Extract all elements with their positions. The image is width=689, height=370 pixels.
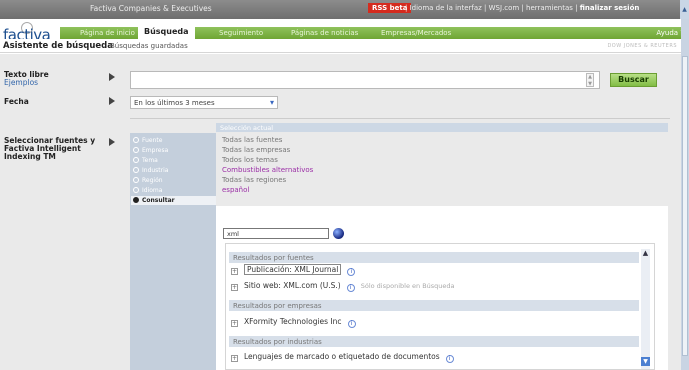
page-scrollbar[interactable]	[681, 19, 689, 370]
date-label: Fecha	[4, 97, 29, 106]
lookup-input[interactable]: xml	[223, 228, 329, 239]
globe-icon[interactable]	[333, 228, 344, 239]
arrow-right-icon[interactable]	[109, 97, 115, 105]
tab-home[interactable]: Página de inicio	[80, 29, 135, 37]
category-label: Región	[142, 177, 163, 184]
radio-icon	[133, 177, 139, 183]
category-lookup[interactable]: Consultar	[131, 196, 216, 205]
product-name: Factiva Companies & Executives	[90, 4, 212, 13]
results-group-title: Resultados por industrias	[229, 336, 639, 347]
result-item[interactable]: + Sitio web: XML.com (U.S.) i Sólo disponib…	[231, 281, 455, 292]
info-icon[interactable]: i	[347, 268, 356, 276]
tab-news-pages[interactable]: Páginas de noticias	[291, 29, 358, 37]
category-label: Tema	[142, 157, 158, 164]
result-item[interactable]: + Lenguajes de marcado o etiquetado de do…	[231, 352, 454, 363]
free-text-label: Texto libre Ejemplos	[4, 71, 49, 87]
radio-icon	[133, 137, 139, 143]
category-source[interactable]: Fuente	[133, 136, 215, 145]
page-title[interactable]: Asistente de búsqueda	[3, 41, 113, 51]
category-label: Empresa	[142, 147, 169, 154]
dow-jones-reuters-logo: DOW JONES & REUTERS	[607, 43, 677, 49]
saved-searches-link[interactable]: Búsquedas guardadas	[110, 42, 188, 50]
chevron-down-icon[interactable]: ▾	[270, 98, 274, 107]
main-nav: Página de inicio Búsqueda Seguimiento Pá…	[60, 25, 689, 39]
arrow-right-icon[interactable]	[109, 138, 115, 146]
plus-icon[interactable]: +	[231, 355, 238, 362]
category-company[interactable]: Empresa	[133, 146, 215, 155]
radio-selected-icon	[133, 197, 139, 203]
category-language[interactable]: Idioma	[133, 186, 215, 195]
selection-value[interactable]: Combustibles alternativos	[222, 166, 313, 174]
plus-icon[interactable]: +	[231, 320, 238, 327]
result-item[interactable]: + XFormity Technologies Inc i	[231, 317, 356, 328]
results-scrollbar[interactable]: ▲ ▼	[641, 249, 650, 369]
divider	[130, 118, 670, 119]
result-label[interactable]: Publicación: XML Journal	[244, 264, 342, 275]
category-label: Consultar	[142, 197, 175, 204]
tab-companies-markets[interactable]: Empresas/Mercados	[381, 29, 451, 37]
free-text-input[interactable]	[130, 71, 600, 89]
result-label[interactable]: XFormity Technologies Inc	[244, 317, 342, 326]
info-icon[interactable]: i	[347, 320, 356, 328]
current-selection-title: Selección actual	[216, 123, 668, 132]
result-label[interactable]: Sitio web: XML.com (U.S.)	[244, 281, 341, 290]
plus-icon[interactable]: +	[231, 284, 238, 291]
logout-link[interactable]: finalizar sesión	[580, 4, 640, 12]
result-label[interactable]: Lenguajes de marcado o etiquetado de doc…	[244, 352, 440, 361]
results-group-title: Resultados por empresas	[229, 300, 639, 311]
search-button[interactable]: Buscar	[610, 73, 657, 87]
plus-icon[interactable]: +	[231, 268, 238, 275]
info-icon[interactable]: i	[346, 284, 355, 292]
scroll-up-icon[interactable]: ▲	[680, 0, 689, 19]
radio-icon	[133, 187, 139, 193]
category-subject[interactable]: Tema	[133, 156, 215, 165]
category-label: Industria	[142, 167, 169, 174]
top-links[interactable]: | Idioma de la interfaz | WSJ.com | herr…	[405, 4, 639, 12]
scroll-down-icon[interactable]: ▼	[641, 357, 650, 366]
category-industry[interactable]: Industria	[133, 166, 215, 175]
result-item[interactable]: + Publicación: XML Journal i	[231, 264, 356, 276]
help-link[interactable]: Ayuda ?	[656, 29, 684, 37]
date-select[interactable]: En los últimos 3 meses ▾	[130, 96, 278, 109]
examples-link[interactable]: Ejemplos	[4, 79, 49, 87]
selection-value: Todos los temas	[222, 156, 278, 164]
top-links-text[interactable]: | Idioma de la interfaz | WSJ.com | herr…	[405, 4, 580, 12]
category-label: Idioma	[142, 187, 163, 194]
selection-value: Todas las fuentes	[222, 136, 283, 144]
selection-value: Todas las regiones	[222, 176, 287, 184]
radio-icon	[133, 167, 139, 173]
tab-search[interactable]: Búsqueda	[138, 25, 195, 39]
top-bar: Factiva Companies & Executives RSS beta …	[0, 0, 689, 19]
sources-label: Seleccionar fuentes y Factiva Intelligen…	[4, 136, 96, 161]
sub-bar: Asistente de búsqueda Búsquedas guardada…	[0, 39, 681, 53]
results-group-title: Resultados por fuentes	[229, 252, 639, 263]
selection-value[interactable]: español	[222, 186, 249, 194]
category-region[interactable]: Región	[133, 176, 215, 185]
date-select-value: En los últimos 3 meses	[134, 99, 215, 107]
result-note: Sólo disponible en Búsqueda	[360, 282, 455, 290]
radio-icon	[133, 157, 139, 163]
selection-value: Todas las empresas	[222, 146, 291, 154]
info-icon[interactable]: i	[445, 355, 454, 363]
category-label: Fuente	[142, 137, 163, 144]
page-scroll-thumb[interactable]	[682, 56, 688, 356]
resize-handle-icon[interactable]: ▲ ▼	[586, 73, 594, 87]
tab-alerts[interactable]: Seguimiento	[219, 29, 263, 37]
arrow-right-icon[interactable]	[109, 73, 115, 81]
scroll-up-icon[interactable]: ▲	[641, 249, 650, 258]
radio-icon	[133, 147, 139, 153]
